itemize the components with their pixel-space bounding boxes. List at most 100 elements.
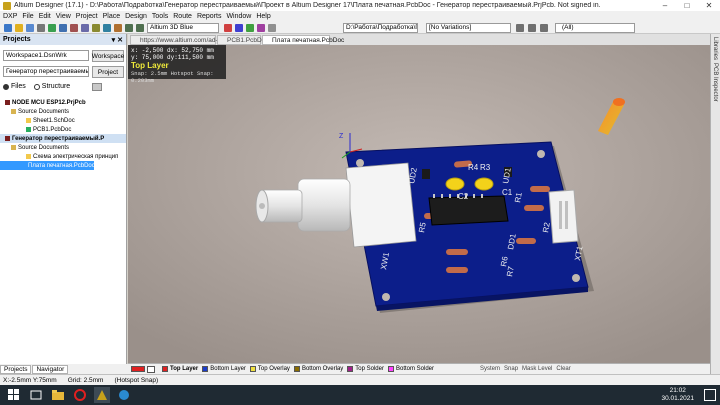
- resistor-r2-top[interactable]: [524, 205, 544, 211]
- redo-icon[interactable]: [136, 24, 144, 32]
- highlight-icon[interactable]: [528, 24, 536, 32]
- tree-node-source-docs-2[interactable]: Source Documents: [0, 143, 126, 152]
- layer-tab-top-overlay[interactable]: Top Overlay: [249, 366, 290, 372]
- menu-view[interactable]: View: [56, 13, 71, 20]
- tree-node-pcb-plata[interactable]: Плата печатная.PcbDoc: [0, 161, 95, 170]
- ic-dd1[interactable]: [428, 195, 509, 226]
- zoom-area-icon[interactable]: [59, 24, 67, 32]
- tab-projects[interactable]: Projects: [0, 364, 32, 374]
- edge-browser-icon[interactable]: [116, 387, 132, 403]
- zoom-fit-icon[interactable]: [48, 24, 56, 32]
- menu-help[interactable]: Help: [256, 13, 270, 20]
- transistor-ud2[interactable]: [422, 169, 430, 179]
- file-explorer-icon[interactable]: [50, 387, 66, 403]
- bnc-connector-body[interactable]: [345, 162, 417, 248]
- menu-place[interactable]: Place: [103, 13, 121, 20]
- pad-icon[interactable]: [246, 24, 254, 32]
- text-icon[interactable]: [268, 24, 276, 32]
- menu-edit[interactable]: Edit: [39, 13, 51, 20]
- menu-route[interactable]: Route: [173, 13, 192, 20]
- open-folder-icon[interactable]: [15, 24, 23, 32]
- variations-select[interactable]: [No Variations]: [426, 23, 511, 33]
- tree-node-sheet1[interactable]: Sheet1.SchDoc: [0, 116, 126, 125]
- clear-button[interactable]: Clear: [556, 366, 570, 372]
- board-3d-render: R4 R3 C1 C2 UD2 UD1 R5 R1 R2 DD1 R6 R7 X…: [128, 45, 710, 363]
- capacitor-c2[interactable]: [445, 177, 465, 191]
- bnc-center-pin: [259, 203, 265, 209]
- tree-node-nodemcu-project[interactable]: NODE MCU ESP12.PrjPcb: [0, 98, 126, 107]
- minimize-button[interactable]: –: [654, 0, 676, 11]
- route-icon[interactable]: [224, 24, 232, 32]
- print-icon[interactable]: [37, 24, 45, 32]
- pcb-inspector-tab[interactable]: PCB Inspector: [712, 63, 718, 102]
- mask-icon[interactable]: [540, 24, 548, 32]
- menu-design[interactable]: Design: [125, 13, 147, 20]
- layer-tab-bottom-overlay[interactable]: Bottom Overlay: [293, 366, 343, 372]
- refresh-icon[interactable]: [92, 82, 103, 91]
- new-file-icon[interactable]: [4, 24, 12, 32]
- menu-project[interactable]: Project: [76, 13, 98, 20]
- resistor-r6[interactable]: [446, 249, 468, 255]
- close-button[interactable]: ✕: [698, 0, 720, 11]
- menu-tools[interactable]: Tools: [152, 13, 168, 20]
- pcb-3d-viewport[interactable]: R4 R3 C1 C2 UD2 UD1 R5 R1 R2 DD1 R6 R7 X…: [128, 45, 710, 363]
- panel-pin-icon[interactable]: ▾ ✕: [112, 36, 123, 44]
- layer-tab-top-layer[interactable]: Top Layer: [162, 366, 198, 372]
- tree-node-source-docs-1[interactable]: Source Documents: [0, 107, 126, 116]
- mask-level-button[interactable]: Mask Level: [522, 366, 552, 372]
- path-field[interactable]: D:\Работа\Подработка\Ге: [343, 23, 418, 33]
- current-layer-indicator[interactable]: [131, 365, 158, 373]
- menu-window[interactable]: Window: [226, 13, 251, 20]
- polygon-icon[interactable]: [257, 24, 265, 32]
- libraries-tab[interactable]: Libraries: [712, 37, 718, 60]
- cut-icon[interactable]: [70, 24, 78, 32]
- filter-select[interactable]: (All): [555, 23, 635, 33]
- undo-icon[interactable]: [125, 24, 133, 32]
- resistor-r7[interactable]: [446, 267, 468, 273]
- menu-dxp[interactable]: DXP: [3, 13, 17, 20]
- taskbar-clock[interactable]: 21:02 30.01.2021: [661, 387, 694, 403]
- tree-node-schematic[interactable]: Схема электрическая принцип: [0, 152, 126, 161]
- system-button[interactable]: System: [480, 366, 500, 372]
- task-view-icon[interactable]: [28, 387, 44, 403]
- copy-icon[interactable]: [81, 24, 89, 32]
- move-icon[interactable]: [114, 24, 122, 32]
- via-icon[interactable]: [235, 24, 243, 32]
- header-pin: [559, 201, 562, 229]
- tab-navigator[interactable]: Navigator: [32, 364, 69, 374]
- projects-panel-title: Projects: [3, 36, 31, 43]
- layer-tab-bottom-solder[interactable]: Bottom Solder: [387, 366, 434, 372]
- workspace-button[interactable]: Workspace: [92, 50, 124, 62]
- resistor-r1[interactable]: [530, 186, 550, 192]
- tab-pcb1[interactable]: PCB1.PcbDoc: [217, 35, 269, 45]
- workspace-select[interactable]: Workspace1.DsnWrk: [3, 50, 89, 61]
- layer-swatch: [387, 366, 394, 372]
- layer-tab-bottom-layer[interactable]: Bottom Layer: [202, 366, 246, 372]
- project-select[interactable]: Генератор перестраиваемый.PrjPc: [3, 66, 89, 77]
- tab-ad-start[interactable]: https://www.altium.com/ad-start: [130, 35, 230, 45]
- altium-taskbar-icon[interactable]: [94, 387, 110, 403]
- hud-current-layer: Top Layer: [131, 61, 169, 70]
- radio-files[interactable]: [3, 83, 9, 90]
- snap-button[interactable]: Snap: [504, 366, 518, 372]
- notification-icon[interactable]: [704, 389, 716, 401]
- resistor-r2[interactable]: [516, 238, 536, 244]
- capacitor-c1[interactable]: [474, 177, 494, 191]
- opera-browser-icon[interactable]: [72, 387, 88, 403]
- paste-icon[interactable]: [92, 24, 100, 32]
- tab-plata-pechatnaya[interactable]: Плата печатная.PcbDoc: [262, 35, 344, 45]
- menu-reports[interactable]: Reports: [197, 13, 222, 20]
- select-icon[interactable]: [103, 24, 111, 32]
- menu-file[interactable]: File: [22, 13, 33, 20]
- tree-node-generator-project[interactable]: Генератор перестраиваемый.P: [0, 134, 126, 143]
- view-config-select[interactable]: Altium 3D Blue: [147, 23, 219, 33]
- layer-tab-top-solder[interactable]: Top Solder: [347, 366, 384, 372]
- maximize-button[interactable]: □: [676, 0, 698, 11]
- filter-icon[interactable]: [516, 24, 524, 32]
- save-icon[interactable]: [26, 24, 34, 32]
- connector-xt1[interactable]: [548, 189, 579, 244]
- project-button[interactable]: Project: [92, 66, 124, 78]
- radio-structure[interactable]: [33, 83, 40, 90]
- start-windows-icon[interactable]: [6, 387, 22, 403]
- tree-node-pcb1[interactable]: PCB1.PcbDoc: [0, 125, 126, 134]
